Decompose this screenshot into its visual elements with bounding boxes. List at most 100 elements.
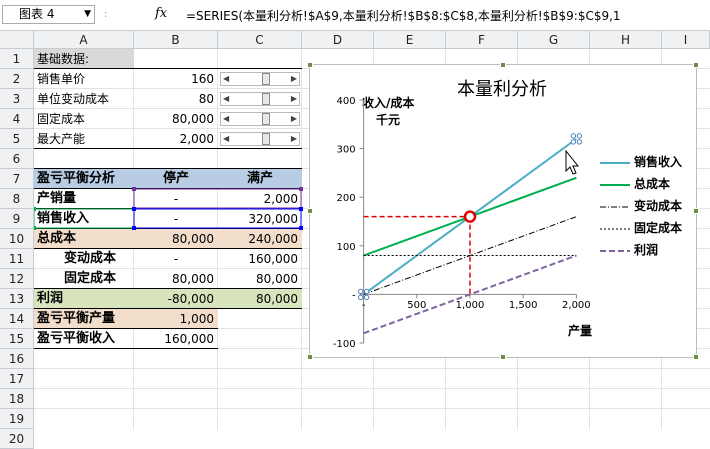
row-header[interactable]: 10 <box>0 229 34 249</box>
price-slider[interactable]: ◀ ▶ <box>220 72 300 86</box>
chevron-down-icon[interactable]: ▼ <box>84 6 91 23</box>
column-header-i[interactable]: I <box>662 31 710 49</box>
cell-a4[interactable]: 固定成本 <box>37 109 85 129</box>
cell-c13[interactable]: 80,000 <box>218 289 298 309</box>
legend-item-total-cost[interactable]: 总成本 <box>600 173 695 195</box>
legend-label: 变动成本 <box>634 199 683 213</box>
row-header[interactable]: 15 <box>0 329 34 349</box>
cell-a5[interactable]: 最大产能 <box>37 129 85 149</box>
legend-item-fixed-cost[interactable]: 固定成本 <box>600 217 695 239</box>
row-header[interactable]: 8 <box>0 189 34 209</box>
chart-legend[interactable]: 销售收入 总成本 变动成本 固定成本 利润 <box>600 151 695 261</box>
name-box[interactable]: 图表 4 ▼ <box>2 5 95 24</box>
series-selection-handle <box>570 133 577 139</box>
slider-left-arrow-icon[interactable]: ◀ <box>223 93 229 105</box>
insert-function-button[interactable]: fx <box>155 6 167 21</box>
slider-left-arrow-icon[interactable]: ◀ <box>223 133 229 145</box>
y-axis-label[interactable]: 收入/成本 <box>362 95 414 110</box>
cell-c7[interactable]: 满产 <box>218 169 302 189</box>
cell-b2[interactable]: 160 <box>134 69 214 89</box>
cell-b5[interactable]: 2,000 <box>134 129 214 149</box>
row-header[interactable]: 19 <box>0 409 34 429</box>
x-axis-label[interactable]: 产量 <box>568 323 592 338</box>
row-header[interactable]: 18 <box>0 389 34 409</box>
slider-right-arrow-icon[interactable]: ▶ <box>291 133 297 145</box>
row-header[interactable]: 7 <box>0 169 34 189</box>
legend-swatch-sales <box>600 162 630 164</box>
column-header-g[interactable]: G <box>518 31 590 49</box>
cell-b9[interactable]: - <box>134 209 218 229</box>
slider-thumb[interactable] <box>261 93 270 105</box>
row-header[interactable]: 2 <box>0 69 34 89</box>
cell-b4[interactable]: 80,000 <box>134 109 214 129</box>
column-header-e[interactable]: E <box>374 31 446 49</box>
row-header[interactable]: 4 <box>0 109 34 129</box>
cell-b10[interactable]: 80,000 <box>134 229 214 249</box>
row-header[interactable]: 13 <box>0 289 34 309</box>
row-header[interactable]: 3 <box>0 89 34 109</box>
slider-right-arrow-icon[interactable]: ▶ <box>291 93 297 105</box>
cell-a10[interactable]: 总成本 <box>37 229 76 249</box>
row-header[interactable]: 1 <box>0 49 34 69</box>
cell-c12[interactable]: 80,000 <box>218 269 298 289</box>
row-header[interactable]: 9 <box>0 209 34 229</box>
chart-title[interactable]: 本量利分析 <box>457 79 547 100</box>
name-box-value: 图表 4 <box>19 7 55 21</box>
row-header[interactable]: 6 <box>0 149 34 169</box>
cell-b16[interactable]: 160,000 <box>134 329 214 349</box>
row-header[interactable]: 5 <box>0 129 34 149</box>
column-header-f[interactable]: F <box>446 31 518 49</box>
cell-a11[interactable]: 变动成本 <box>64 249 116 269</box>
cell-c10[interactable]: 240,000 <box>218 229 298 249</box>
formula-input[interactable]: =SERIES(本量利分析!$A$9,本量利分析!$B$8:$C$8,本量利分析… <box>186 7 621 24</box>
row-header[interactable]: 20 <box>0 429 34 449</box>
legend-item-sales[interactable]: 销售收入 <box>600 151 695 173</box>
capacity-slider[interactable]: ◀ ▶ <box>220 132 300 146</box>
column-header-b[interactable]: B <box>134 31 218 49</box>
cell-a8[interactable]: 产销量 <box>37 189 76 209</box>
cell-a13[interactable]: 利润 <box>37 289 63 309</box>
row-header[interactable]: 17 <box>0 369 34 389</box>
column-header-a[interactable]: A <box>34 31 134 49</box>
slider-right-arrow-icon[interactable]: ▶ <box>291 113 297 125</box>
cell-b12[interactable]: 80,000 <box>134 269 214 289</box>
cell-b8[interactable]: - <box>134 189 218 209</box>
legend-item-profit[interactable]: 利润 <box>600 239 695 261</box>
y-axis-label-unit[interactable]: 千元 <box>376 112 400 127</box>
legend-item-variable-cost[interactable]: 变动成本 <box>600 195 695 217</box>
select-all-corner[interactable] <box>0 31 34 49</box>
cell-a7[interactable]: 盈亏平衡分析 <box>37 169 115 189</box>
row-header[interactable]: 11 <box>0 249 34 269</box>
slider-thumb[interactable] <box>261 73 270 85</box>
cell-b3[interactable]: 80 <box>134 89 214 109</box>
cell-a2[interactable]: 销售单价 <box>37 69 85 89</box>
slider-left-arrow-icon[interactable]: ◀ <box>223 113 229 125</box>
cell-a1[interactable]: 基础数据: <box>37 49 89 69</box>
cell-a16[interactable]: 盈亏平衡收入 <box>37 329 115 349</box>
cell-a9[interactable]: 销售收入 <box>37 209 89 229</box>
column-header-d[interactable]: D <box>302 31 374 49</box>
row-header[interactable]: 12 <box>0 269 34 289</box>
cell-b13[interactable]: -80,000 <box>134 289 214 309</box>
cvp-chart[interactable]: 本量利分析 收入/成本 千元 产量 -100-100 200 300 400-500 1… <box>307 62 699 360</box>
cell-c11[interactable]: 160,000 <box>218 249 298 269</box>
fixed-cost-slider[interactable]: ◀ ▶ <box>220 112 300 126</box>
slider-right-arrow-icon[interactable]: ▶ <box>291 73 297 85</box>
cell-b7[interactable]: 停产 <box>134 169 218 189</box>
column-header-c[interactable]: C <box>218 31 302 49</box>
cell-a12[interactable]: 固定成本 <box>64 269 116 289</box>
cell-b15[interactable]: 1,000 <box>134 309 214 329</box>
unit-variable-cost-slider[interactable]: ◀ ▶ <box>220 92 300 106</box>
cell-a3[interactable]: 单位变动成本 <box>37 89 109 109</box>
column-header-h[interactable]: H <box>590 31 662 49</box>
cell-c9[interactable]: 320,000 <box>218 209 298 229</box>
row-header[interactable]: 14 <box>0 309 34 329</box>
series-selection-handle <box>576 133 583 139</box>
cell-b11[interactable]: - <box>134 249 218 269</box>
slider-thumb[interactable] <box>261 113 270 125</box>
row-header[interactable]: 16 <box>0 349 34 369</box>
slider-thumb[interactable] <box>261 133 270 145</box>
cell-a15[interactable]: 盈亏平衡产量 <box>37 309 115 329</box>
cell-c8[interactable]: 2,000 <box>218 189 298 209</box>
slider-left-arrow-icon[interactable]: ◀ <box>223 73 229 85</box>
